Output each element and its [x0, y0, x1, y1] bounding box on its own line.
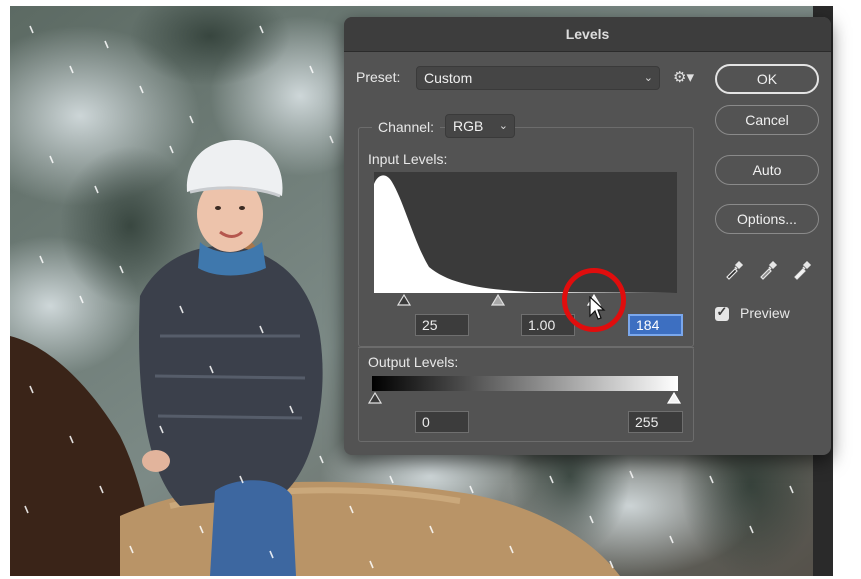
- input-black-field[interactable]: 25: [415, 314, 469, 336]
- ok-button[interactable]: OK: [715, 64, 819, 94]
- channel-value: RGB: [453, 118, 484, 134]
- white-eyedropper-icon[interactable]: [792, 260, 812, 280]
- mouse-cursor-icon: [589, 296, 606, 320]
- output-levels-group: [358, 347, 694, 442]
- input-slider-track[interactable]: [372, 293, 682, 307]
- gray-eyedropper-icon[interactable]: [758, 260, 778, 280]
- preview-label: Preview: [740, 305, 790, 321]
- levels-dialog: Levels Preset: Custom ⌄ ⚙▾ Channel: RGB …: [344, 17, 831, 455]
- histogram-curve: [374, 175, 677, 293]
- cancel-button[interactable]: Cancel: [715, 105, 819, 135]
- checkmark-icon: ✓: [716, 304, 728, 319]
- preset-dropdown[interactable]: Custom ⌄: [416, 66, 660, 90]
- channel-row: Channel:: [372, 114, 441, 140]
- dialog-title: Levels: [344, 17, 831, 52]
- input-levels-label: Input Levels:: [368, 151, 448, 167]
- chevron-down-icon: ⌄: [643, 72, 653, 84]
- input-white-field[interactable]: 184: [628, 314, 683, 336]
- auto-button[interactable]: Auto: [715, 155, 819, 185]
- preview-checkbox[interactable]: ✓: [715, 304, 729, 321]
- channel-label: Channel:: [378, 119, 435, 135]
- options-button[interactable]: Options...: [715, 204, 819, 234]
- chevron-down-icon: ⌄: [498, 120, 508, 132]
- input-black-handle: [396, 293, 412, 306]
- channel-dropdown[interactable]: RGB ⌄: [445, 114, 515, 138]
- histogram: [374, 172, 677, 293]
- preset-label: Preset:: [356, 69, 401, 85]
- input-midtone-handle: [490, 293, 506, 306]
- gear-icon[interactable]: ⚙▾: [673, 68, 694, 86]
- black-eyedropper-icon[interactable]: [724, 260, 744, 280]
- preset-value: Custom: [424, 70, 473, 86]
